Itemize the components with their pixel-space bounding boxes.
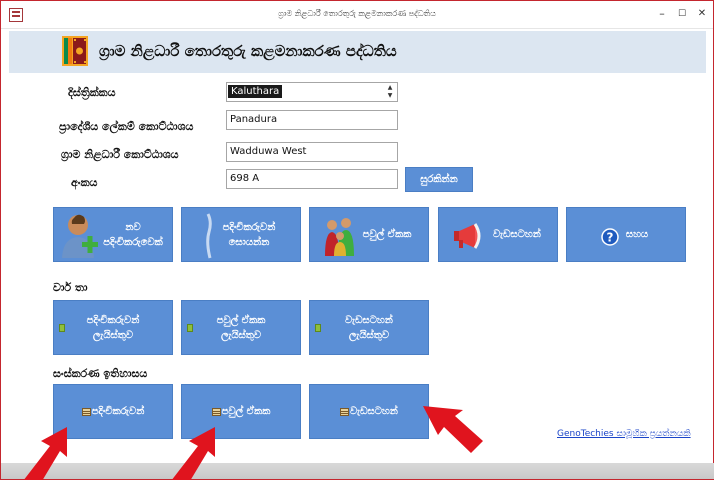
arrow-icon bbox=[171, 427, 215, 480]
annotation-arrows bbox=[23, 406, 483, 480]
arrow-icon bbox=[423, 406, 483, 453]
arrow-icon bbox=[23, 427, 67, 480]
app-window: ග්‍රාම නිළධාරී තොරතුරු කළමනාකරණ පද්ධතිය … bbox=[0, 0, 714, 480]
